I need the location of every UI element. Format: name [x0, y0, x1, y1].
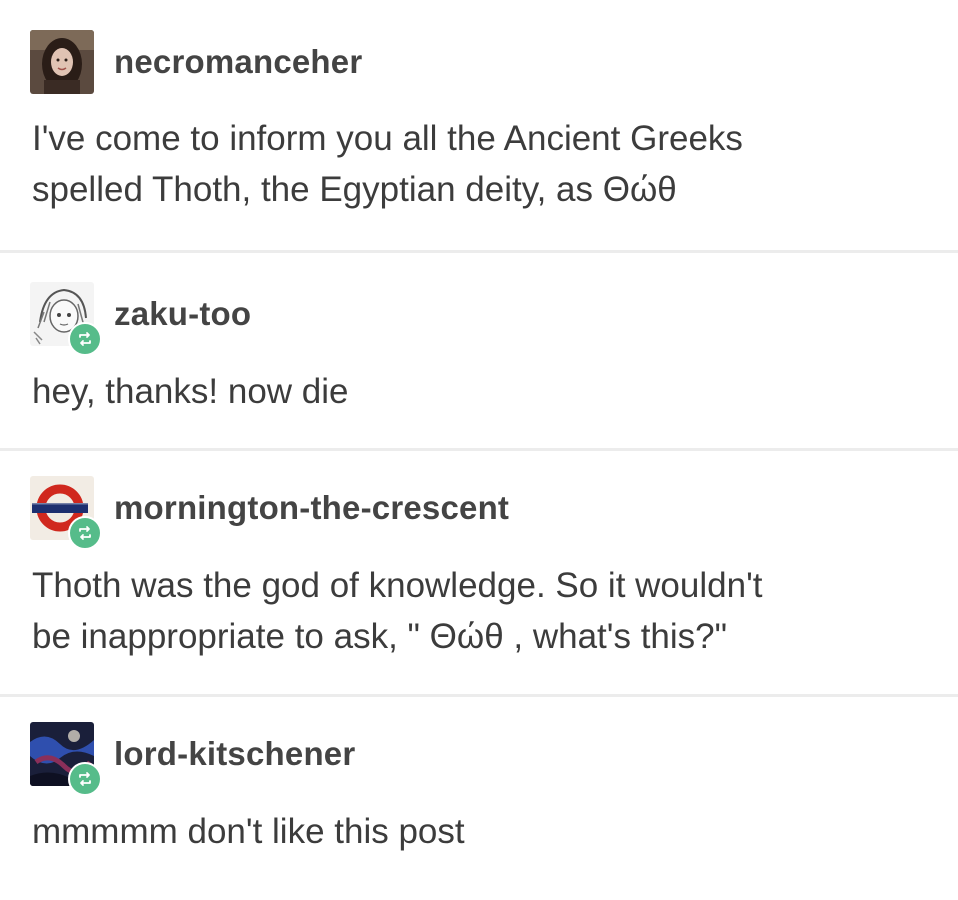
post-text-line: Thoth was the god of knowledge. So it wo…: [32, 566, 763, 605]
post-header: mornington-the-crescent: [30, 476, 509, 550]
username[interactable]: necromanceher: [114, 43, 362, 81]
post-text-line: I've come to inform you all the Ancient …: [32, 119, 743, 158]
avatar[interactable]: [30, 282, 102, 356]
post-text-line: hey, thanks! now die: [32, 372, 349, 411]
post-text-line: be inappropriate to ask, " Θώθ , what's …: [32, 617, 728, 656]
post-header: necromanceher: [30, 30, 362, 94]
post-text-line: spelled Thoth, the Egyptian deity, as Θώ…: [32, 170, 677, 209]
post-divider: [0, 250, 958, 253]
post-body: Thoth was the god of knowledge. So it wo…: [32, 560, 938, 662]
post-body: mmmmm don't like this post: [32, 806, 938, 857]
reblog-icon: [79, 332, 91, 346]
reblog-badge: [68, 762, 102, 796]
post-divider: [0, 694, 958, 697]
reblog-badge: [68, 322, 102, 356]
post-header: zaku-too: [30, 282, 251, 356]
post-divider: [0, 448, 958, 451]
avatar[interactable]: [30, 30, 94, 94]
reblog-thread: necromanceher I've come to inform you al…: [0, 0, 958, 900]
username[interactable]: mornington-the-crescent: [114, 489, 509, 527]
profile-photo-avatar-icon: [30, 30, 94, 94]
post-body: I've come to inform you all the Ancient …: [32, 113, 938, 215]
avatar[interactable]: [30, 476, 102, 550]
username[interactable]: zaku-too: [114, 295, 251, 333]
avatar[interactable]: [30, 722, 102, 796]
reblog-badge: [68, 516, 102, 550]
reblog-icon: [79, 526, 91, 540]
post-header: lord-kitschener: [30, 722, 355, 796]
reblog-icon: [79, 772, 91, 786]
post-text-line: mmmmm don't like this post: [32, 812, 465, 851]
post-body: hey, thanks! now die: [32, 366, 938, 417]
username[interactable]: lord-kitschener: [114, 735, 355, 773]
